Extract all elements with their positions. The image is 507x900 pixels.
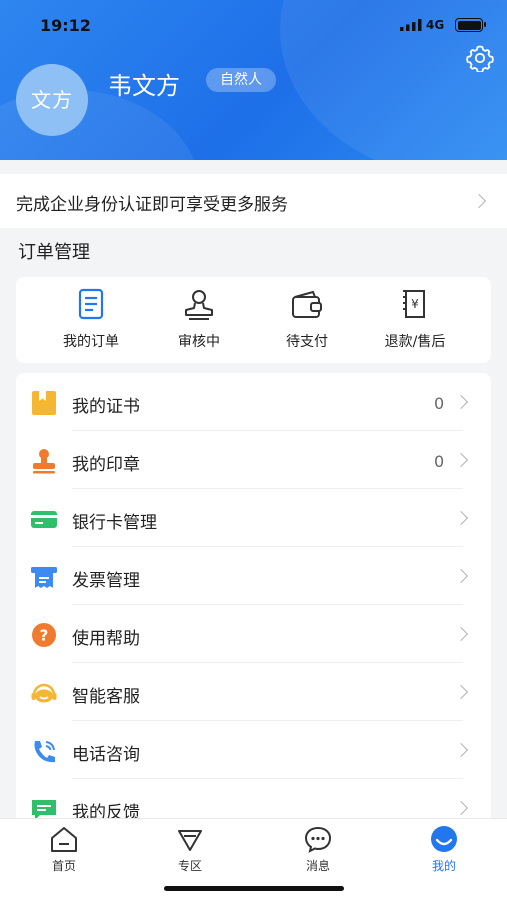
avatar[interactable]: 文方: [16, 64, 88, 136]
tab-label: 专区: [177, 859, 202, 873]
help-icon: ?: [32, 623, 56, 647]
order-item-my-orders[interactable]: 我的订单: [36, 287, 146, 357]
chevron-right-icon: [453, 742, 469, 758]
invoice-icon: [31, 567, 57, 588]
menu-item-help[interactable]: ? 使用帮助: [16, 605, 491, 663]
seal-icon: [33, 449, 55, 474]
order-item-refund[interactable]: ¥ 退款/售后: [360, 287, 470, 357]
home-icon: [51, 827, 77, 852]
menu-item-customer-service[interactable]: 智能客服: [16, 663, 491, 721]
menu-item-phone[interactable]: 电话咨询: [16, 721, 491, 779]
tab-mine[interactable]: 我的: [404, 825, 484, 875]
profile-icon: [431, 826, 457, 852]
gear-icon[interactable]: [466, 44, 494, 72]
menu-item-label: 电话咨询: [72, 745, 140, 765]
menu-item-invoice[interactable]: 发票管理: [16, 547, 491, 605]
tab-zone[interactable]: 专区: [150, 825, 230, 875]
menu-item-label: 智能客服: [72, 687, 140, 707]
order-management-card: 我的订单 审核中 待支付 ¥ 退款/售后: [16, 277, 491, 363]
chevron-right-icon: [453, 800, 469, 816]
identity-badge: 自然人: [206, 68, 276, 92]
certificate-icon: [32, 391, 56, 415]
order-item-label: 退款/售后: [384, 334, 446, 350]
customer-service-icon: [31, 683, 57, 703]
refund-icon: ¥: [403, 290, 425, 318]
order-item-label: 审核中: [178, 334, 220, 350]
user-name: 韦文方: [108, 72, 180, 100]
menu-item-label: 我的印章: [72, 455, 140, 475]
menu-item-label: 我的证书: [72, 397, 140, 417]
service-menu-list: 我的证书 0 我的印章 0 银行卡管理 发票管理 ? 使用帮助 智能客服 电话咨…: [16, 373, 491, 833]
menu-item-seal[interactable]: 我的印章 0: [16, 431, 491, 489]
signal-icon: [400, 19, 422, 31]
tab-label: 消息: [305, 859, 330, 873]
tab-home[interactable]: 首页: [24, 825, 104, 875]
menu-item-label: 使用帮助: [72, 629, 140, 649]
chevron-right-icon: [453, 394, 469, 410]
bank-card-icon: [31, 511, 57, 528]
svg-text:¥: ¥: [411, 297, 419, 311]
menu-item-label: 银行卡管理: [72, 513, 157, 533]
network-type: 4G: [426, 18, 445, 32]
menu-item-count: 0: [434, 394, 445, 413]
menu-item-certificate[interactable]: 我的证书 0: [16, 373, 491, 431]
chevron-right-icon: [453, 510, 469, 526]
tab-label: 我的: [431, 859, 456, 873]
menu-item-count: 0: [434, 452, 445, 471]
phone-icon: [34, 741, 55, 763]
chevron-right-icon: [453, 626, 469, 642]
order-item-reviewing[interactable]: 审核中: [144, 287, 254, 357]
stamp-review-icon: [185, 290, 213, 320]
chevron-right-icon: [453, 452, 469, 468]
wallet-icon: [292, 290, 322, 318]
section-title-orders: 订单管理: [18, 242, 90, 263]
tab-messages[interactable]: 消息: [278, 825, 358, 875]
enterprise-auth-banner[interactable]: 完成企业身份认证即可享受更多服务: [0, 174, 507, 228]
order-item-label: 待支付: [286, 334, 328, 350]
order-item-pending-payment[interactable]: 待支付: [252, 287, 362, 357]
status-time: 19:12: [40, 16, 91, 35]
profile-header: 19:12 4G 文方 韦文方 自然人: [0, 0, 507, 160]
battery-icon: [455, 18, 486, 32]
menu-item-label: 发票管理: [72, 571, 140, 591]
chevron-right-icon: [453, 568, 469, 584]
message-icon: [304, 826, 332, 853]
chevron-right-icon: [471, 193, 487, 209]
menu-item-bank-card[interactable]: 银行卡管理: [16, 489, 491, 547]
diamond-icon: [178, 830, 202, 851]
status-bar: 19:12 4G: [0, 14, 507, 38]
chevron-right-icon: [453, 684, 469, 700]
banner-text: 完成企业身份认证即可享受更多服务: [16, 195, 288, 215]
tab-label: 首页: [51, 859, 76, 873]
home-indicator: [164, 886, 344, 891]
order-item-label: 我的订单: [63, 334, 119, 350]
svg-text:?: ?: [40, 627, 49, 645]
order-list-icon: [78, 288, 104, 320]
